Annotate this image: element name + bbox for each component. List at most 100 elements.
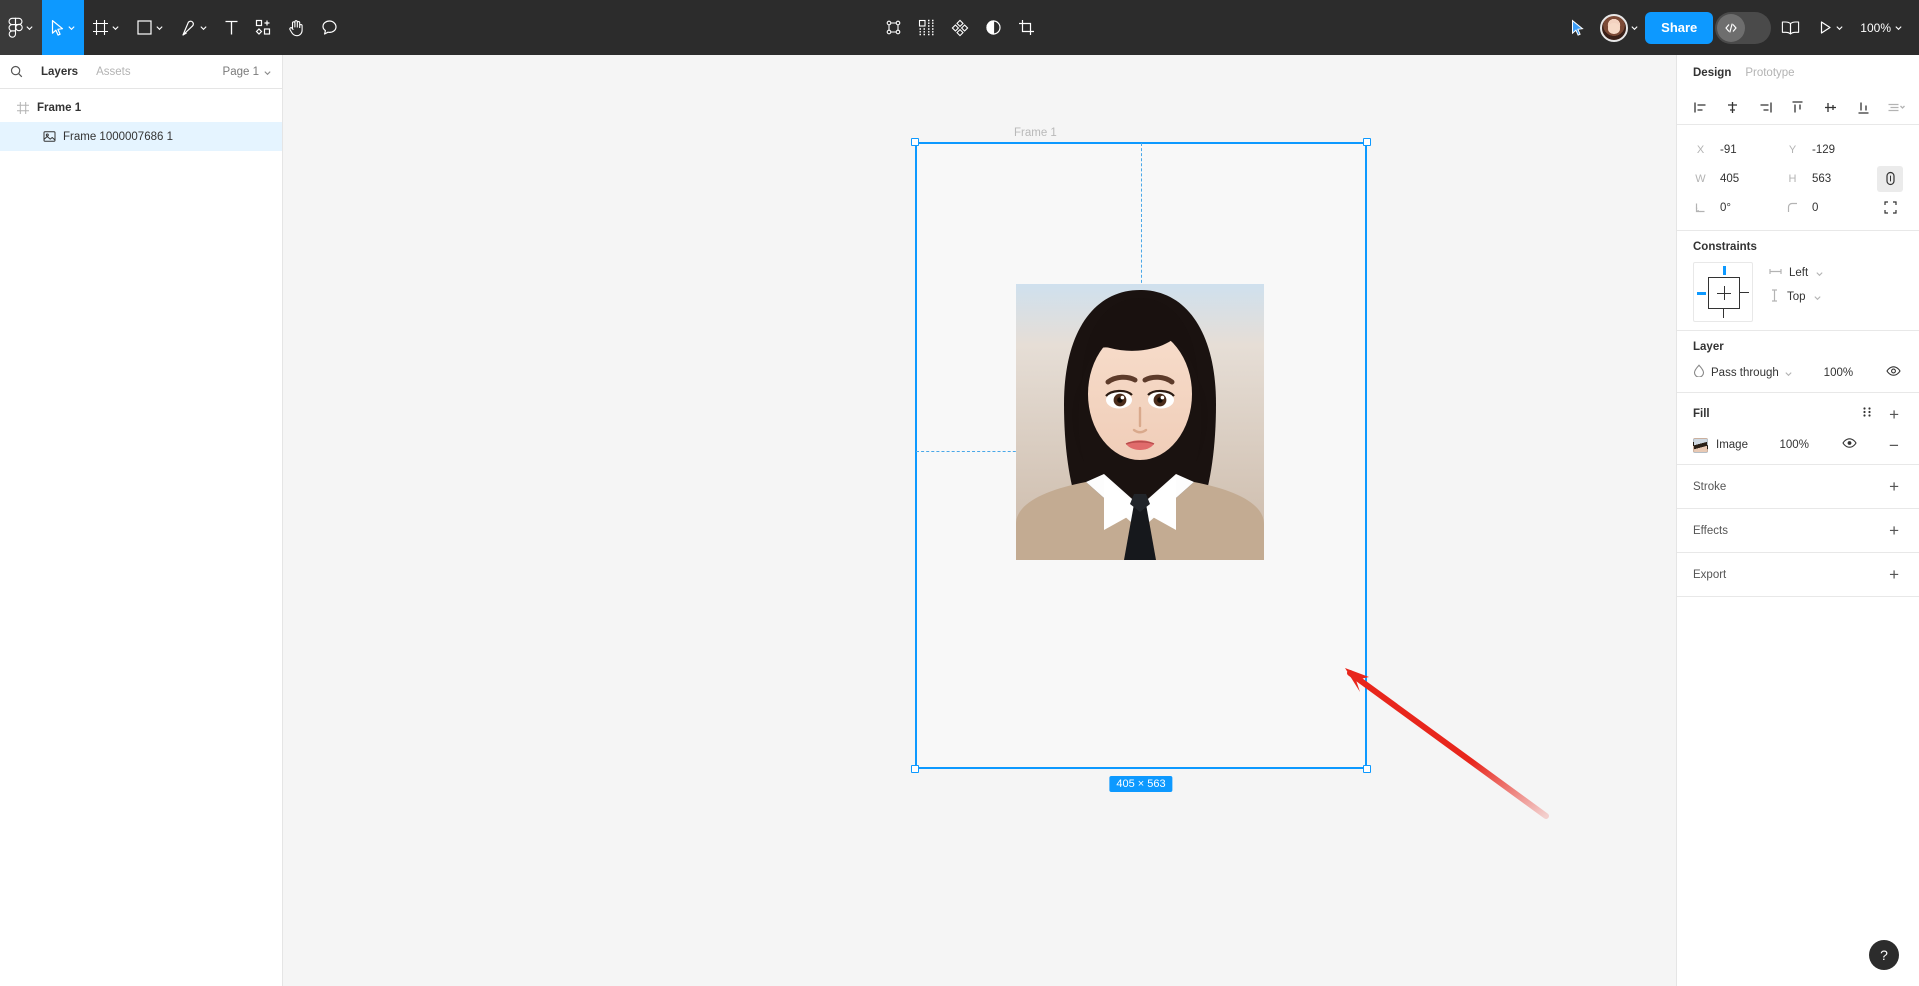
add-fill-plus-icon[interactable]: + (1885, 404, 1903, 425)
rotation-field[interactable]: 0° (1693, 193, 1777, 222)
frame-name-label[interactable]: Frame 1 (1014, 127, 1057, 139)
canvas-viewport[interactable]: Frame 1 405 × 563 (283, 55, 1676, 986)
constraint-tick-bottom[interactable] (1723, 309, 1724, 318)
align-bottom-icon[interactable] (1852, 97, 1874, 119)
tab-design[interactable]: Design (1693, 67, 1731, 79)
w-value[interactable]: 405 (1714, 169, 1777, 189)
page-selector[interactable]: Page 1 (223, 55, 272, 89)
pen-tool-button[interactable] (172, 0, 216, 55)
app-body: Layers Assets Page 1 Frame 1 Frame 10000… (0, 55, 1919, 986)
selected-frame[interactable]: Frame 1 405 × 563 (911, 127, 1371, 792)
move-tool-button[interactable] (42, 0, 84, 55)
frame-hash-icon (16, 101, 30, 115)
align-top-icon[interactable] (1787, 97, 1809, 119)
search-icon[interactable] (10, 65, 32, 78)
resize-handle-bottom-right[interactable] (1363, 765, 1371, 773)
layer-row-frame-1000007686-1[interactable]: Frame 1000007686 1 (0, 122, 282, 151)
layer-opacity-value[interactable]: 100% (1818, 363, 1859, 383)
fill-title: Fill (1693, 408, 1710, 420)
chevron-down-icon (263, 68, 272, 77)
contrast-button[interactable] (977, 0, 1010, 55)
multiplayer-cursor-button[interactable] (1562, 0, 1594, 55)
share-button[interactable]: Share (1645, 11, 1714, 44)
align-h-center-icon[interactable] (1722, 97, 1744, 119)
portrait-image[interactable] (1016, 284, 1264, 560)
add-effect-plus-icon[interactable]: + (1885, 520, 1903, 541)
layer-title: Layer (1693, 341, 1724, 353)
chevron-down-icon (199, 23, 208, 32)
figma-menu-button[interactable] (0, 0, 42, 55)
fill-image-swatch[interactable] (1693, 437, 1708, 453)
tab-prototype[interactable]: Prototype (1745, 67, 1794, 79)
vertical-constraint-select[interactable]: Top (1769, 289, 1824, 305)
user-avatar-menu[interactable] (1596, 13, 1643, 42)
effects-title: Effects (1693, 524, 1728, 537)
annotation-arrow-icon (1345, 668, 1549, 819)
tab-layers[interactable]: Layers (32, 55, 87, 89)
constraint-tick-top[interactable] (1723, 266, 1726, 275)
align-v-center-icon[interactable] (1820, 97, 1842, 119)
frame-tool-button[interactable] (84, 0, 128, 55)
components-button[interactable] (910, 0, 943, 55)
resize-handle-bottom-left[interactable] (911, 765, 919, 773)
y-value[interactable]: -129 (1806, 140, 1869, 160)
align-left-icon[interactable] (1689, 97, 1711, 119)
crop-button[interactable] (1010, 0, 1043, 55)
w-field[interactable]: W 405 (1693, 164, 1777, 193)
y-field[interactable]: Y -129 (1785, 135, 1869, 164)
resize-handle-top-left[interactable] (911, 138, 919, 146)
help-button[interactable]: ? (1869, 940, 1899, 970)
export-section: Export + (1677, 553, 1919, 597)
fill-opacity-value[interactable]: 100% (1774, 435, 1815, 455)
layer-row-frame-1[interactable]: Frame 1 (0, 93, 282, 122)
align-right-icon[interactable] (1754, 97, 1776, 119)
fill-section: Fill + Image 100% − (1677, 393, 1919, 465)
add-stroke-plus-icon[interactable]: + (1885, 476, 1903, 497)
remove-fill-minus-icon[interactable]: − (1885, 435, 1903, 456)
export-title: Export (1693, 568, 1727, 581)
horizontal-constraint-icon (1769, 266, 1782, 280)
rotation-icon (1693, 202, 1708, 213)
chevron-down-icon (67, 23, 76, 32)
layer-name: Frame 1 (37, 101, 82, 114)
layer-visibility-eye-icon[interactable] (1884, 362, 1903, 384)
transform-section: X -91 Y -129 W 405 H 563 0° 0 (1677, 125, 1919, 231)
resources-tool-button[interactable] (247, 0, 280, 55)
style-dots-icon[interactable] (1859, 403, 1875, 425)
alignment-toolbar (1677, 91, 1919, 125)
hand-tool-button[interactable] (280, 0, 313, 55)
x-field[interactable]: X -91 (1693, 135, 1777, 164)
fill-item-row[interactable]: Image 100% − (1693, 434, 1903, 456)
h-field[interactable]: H 563 (1785, 164, 1869, 193)
resize-handle-top-right[interactable] (1363, 138, 1371, 146)
fill-visibility-eye-icon[interactable] (1840, 434, 1859, 456)
add-export-plus-icon[interactable]: + (1885, 564, 1903, 585)
library-button[interactable] (1773, 0, 1808, 55)
dev-mode-toggle[interactable] (1715, 11, 1772, 44)
x-value[interactable]: -91 (1714, 140, 1777, 160)
constraints-section: Constraints Left Top (1677, 231, 1919, 331)
chevron-down-icon (1784, 369, 1793, 378)
selection-bounds-button[interactable] (877, 0, 910, 55)
independent-corners-icon[interactable] (1877, 195, 1903, 221)
zoom-level-menu[interactable]: 100% (1854, 21, 1909, 35)
comment-tool-button[interactable] (313, 0, 346, 55)
plugins-button[interactable] (943, 0, 977, 55)
text-tool-button[interactable] (216, 0, 247, 55)
distribute-icon[interactable] (1885, 97, 1907, 119)
constraint-tick-left[interactable] (1697, 292, 1706, 295)
constraints-grid[interactable] (1693, 262, 1753, 322)
corner-radius-field[interactable]: 0 (1785, 193, 1869, 222)
constraint-tick-right[interactable] (1740, 292, 1749, 293)
horizontal-constraint-select[interactable]: Left (1769, 266, 1824, 280)
spacer-cell (1877, 137, 1903, 163)
tab-assets[interactable]: Assets (87, 55, 140, 89)
h-value[interactable]: 563 (1806, 169, 1869, 189)
present-button[interactable] (1810, 0, 1852, 55)
shape-tool-button[interactable] (128, 0, 172, 55)
corner-radius-value[interactable]: 0 (1806, 198, 1869, 218)
rotation-value[interactable]: 0° (1714, 198, 1777, 218)
link-ratio-icon[interactable] (1877, 165, 1903, 192)
chevron-down-icon (1894, 23, 1903, 32)
blend-mode-select[interactable]: Pass through (1711, 367, 1793, 379)
